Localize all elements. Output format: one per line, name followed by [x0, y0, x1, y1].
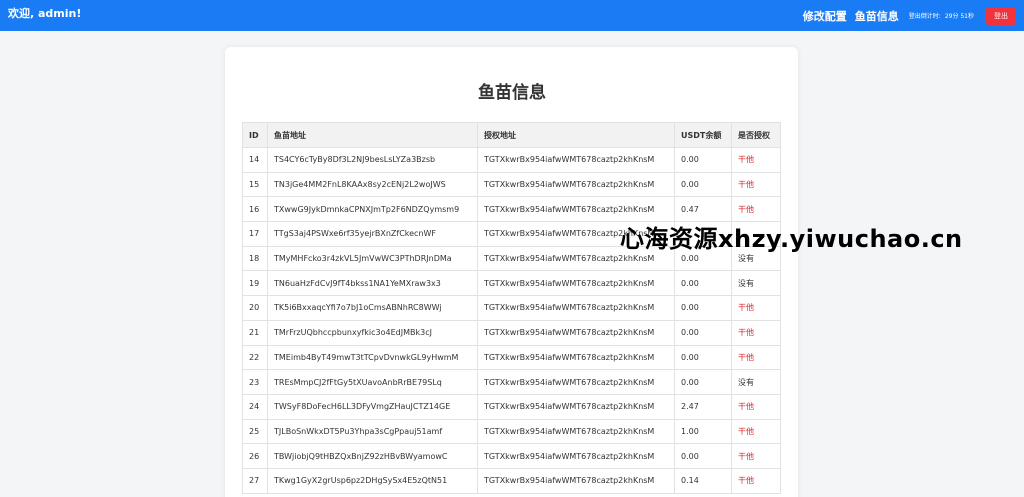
cell-auth-address: TGTXkwrBx954iafwWMT678caztp2khKnsM — [477, 147, 675, 173]
cell-auth-address: TGTXkwrBx954iafwWMT678caztp2khKnsM — [477, 270, 675, 297]
cell-auth-address: TGTXkwrBx954iafwWMT678caztp2khKnsM — [477, 319, 675, 346]
cell-id: 24 — [242, 393, 268, 420]
cell-fish-address: TMyMHFcko3r4zkVL5JmVwWC3PThDRJnDMa — [267, 245, 478, 272]
cell-authorized: 干他 — [731, 295, 781, 321]
cell-usdt-balance: 0.14 — [674, 467, 732, 494]
table-row: 23 TREsMmpCJ2fFtGy5tXUavoAnbRrBE79SLq TGTX… — [242, 369, 781, 395]
cell-authorized: 干他 — [731, 319, 781, 346]
cell-usdt-balance: 0.47 — [674, 196, 732, 223]
logout-button[interactable]: 登出 — [986, 6, 1016, 25]
cell-usdt-balance: 0.00 — [674, 344, 732, 371]
cell-auth-address: TGTXkwrBx954iafwWMT678caztp2khKnsM — [477, 418, 675, 445]
cell-usdt-balance: 0.00 — [674, 295, 732, 321]
cell-fish-address: TREsMmpCJ2fFtGy5tXUavoAnbRrBE79SLq — [267, 369, 478, 395]
cell-authorized: 干他 — [731, 344, 781, 371]
fish-info-link[interactable]: 鱼苗信息 — [855, 8, 899, 24]
welcome-text: 欢迎, admin! — [8, 7, 82, 20]
cell-fish-address: TK5i6BxxaqcYfi7o7bJ1oCmsABNhRC8WWj — [267, 295, 478, 321]
cell-authorized: 干他 — [731, 418, 781, 445]
cell-id: 15 — [242, 171, 268, 198]
cell-fish-address: TS4CY6cTyBy8Df3L2NJ9besLsLYZa3Bzsb — [267, 147, 478, 173]
cell-usdt-balance: 0.00 — [674, 443, 732, 469]
table-row: 27 TKwg1GyX2grUsp6pz2DHgSySx4E5zQtN51 TGTX… — [242, 467, 781, 494]
table-row: 15 TN3jGe4MM2FnL8KAAx8sy2cENj2L2woJWS TGTX… — [242, 171, 781, 198]
logout-countdown-value: 29分 51秒 — [944, 13, 974, 20]
table-row: 19 TN6uaHzFdCvJ9fT4bkss1NA1YeMXraw3x3 TGTX… — [242, 270, 781, 297]
cell-id: 22 — [242, 344, 268, 371]
cell-id: 25 — [242, 418, 268, 445]
cell-auth-address: TGTXkwrBx954iafwWMT678caztp2khKnsM — [477, 344, 675, 371]
column-header-id: ID — [242, 122, 268, 148]
cell-id: 16 — [242, 196, 268, 223]
cell-authorized: 干他 — [731, 393, 781, 420]
cell-auth-address: TGTXkwrBx954iafwWMT678caztp2khKnsM — [477, 393, 675, 420]
cell-auth-address: TGTXkwrBx954iafwWMT678caztp2khKnsM — [477, 369, 675, 395]
cell-fish-address: TN3jGe4MM2FnL8KAAx8sy2cENj2L2woJWS — [267, 171, 478, 198]
cell-authorized: 没有 — [731, 270, 781, 297]
fish-table: ID 鱼苗地址 授权地址 USDT余额 是否授权 14 TS4CY6cTyBy8D… — [242, 122, 781, 494]
cell-authorized: 干他 — [731, 443, 781, 469]
cell-id: 27 — [242, 467, 268, 494]
cell-authorized: 干他 — [731, 171, 781, 198]
column-header-authorized: 是否授权 — [731, 122, 781, 148]
table-row: 24 TWSyF8DoFecH6LL3DFyVmgZHauJCTZ14GE TGTX… — [242, 393, 781, 420]
cell-auth-address: TGTXkwrBx954iafwWMT678caztp2khKnsM — [477, 295, 675, 321]
top-navbar: 欢迎, admin! 修改配置 鱼苗信息 登出倒计时: 29分 51秒 登出 — [0, 0, 1024, 31]
nav-right: 修改配置 鱼苗信息 登出倒计时: 29分 51秒 登出 — [795, 0, 1016, 31]
cell-fish-address: TBWjiobjQ9tHBZQxBnjZ92zHBvBWyamowC — [267, 443, 478, 469]
cell-usdt-balance: 0.00 — [674, 147, 732, 173]
cell-usdt-balance: 2.47 — [674, 393, 732, 420]
cell-authorized: 干他 — [731, 147, 781, 173]
cell-fish-address: TN6uaHzFdCvJ9fT4bkss1NA1YeMXraw3x3 — [267, 270, 478, 297]
cell-fish-address: TMrFrzUQbhccpbunxyfkic3o4EdJMBk3cJ — [267, 319, 478, 346]
cell-id: 23 — [242, 369, 268, 395]
cell-auth-address: TGTXkwrBx954iafwWMT678caztp2khKnsM — [477, 467, 675, 494]
table-row: 21 TMrFrzUQbhccpbunxyfkic3o4EdJMBk3cJ TGTX… — [242, 319, 781, 346]
cell-id: 17 — [242, 221, 268, 247]
cell-authorized: 干他 — [731, 467, 781, 494]
table-row: 26 TBWjiobjQ9tHBZQxBnjZ92zHBvBWyamowC TGTX… — [242, 443, 781, 469]
cell-fish-address: TJLBoSnWkxDT5Pu3Yhpa3sCgPpauj51amf — [267, 418, 478, 445]
cell-fish-address: TMEimb4ByT49mwT3tTCpvDvnwkGL9yHwmM — [267, 344, 478, 371]
cell-id: 19 — [242, 270, 268, 297]
cell-auth-address: TGTXkwrBx954iafwWMT678caztp2khKnsM — [477, 196, 675, 223]
table-row: 14 TS4CY6cTyBy8Df3L2NJ9besLsLYZa3Bzsb TGTX… — [242, 147, 781, 173]
cell-usdt-balance: 0.00 — [674, 171, 732, 198]
cell-usdt-balance: 0.00 — [674, 270, 732, 297]
watermark-text: 心海资源xhzy.yiwuchao.cn — [620, 225, 963, 253]
table-row: 20 TK5i6BxxaqcYfi7o7bJ1oCmsABNhRC8WWj TGTX… — [242, 295, 781, 321]
cell-usdt-balance: 0.00 — [674, 319, 732, 346]
cell-auth-address: TGTXkwrBx954iafwWMT678caztp2khKnsM — [477, 443, 675, 469]
cell-id: 14 — [242, 147, 268, 173]
table-row: 16 TXwwG9JykDmnkaCPNXJmTp2F6NDZQymsm9 TGTX… — [242, 196, 781, 223]
cell-authorized: 没有 — [731, 369, 781, 395]
cell-fish-address: TXwwG9JykDmnkaCPNXJmTp2F6NDZQymsm9 — [267, 196, 478, 223]
column-header-auth-address: 授权地址 — [477, 122, 675, 148]
table-body: 14 TS4CY6cTyBy8Df3L2NJ9besLsLYZa3Bzsb TGTX… — [242, 147, 781, 494]
cell-usdt-balance: 0.00 — [674, 369, 732, 395]
cell-id: 18 — [242, 245, 268, 272]
cell-usdt-balance: 1.00 — [674, 418, 732, 445]
table-header-row: ID 鱼苗地址 授权地址 USDT余额 是否授权 — [242, 122, 781, 148]
cell-fish-address: TKwg1GyX2grUsp6pz2DHgSySx4E5zQtN51 — [267, 467, 478, 494]
table-row: 25 TJLBoSnWkxDT5Pu3Yhpa3sCgPpauj51amf TGTX… — [242, 418, 781, 445]
cell-authorized: 干他 — [731, 196, 781, 223]
cell-fish-address: TTgS3aj4PSWxe6rf35yejrBXnZfCkecnWF — [267, 221, 478, 247]
logout-countdown-label: 登出倒计时: — [908, 13, 941, 20]
edit-config-link[interactable]: 修改配置 — [803, 8, 847, 24]
cell-fish-address: TWSyF8DoFecH6LL3DFyVmgZHauJCTZ14GE — [267, 393, 478, 420]
column-header-fish-address: 鱼苗地址 — [267, 122, 478, 148]
page-title: 鱼苗信息 — [478, 83, 546, 103]
column-header-usdt-balance: USDT余额 — [674, 122, 732, 148]
cell-id: 20 — [242, 295, 268, 321]
cell-id: 26 — [242, 443, 268, 469]
table-row: 22 TMEimb4ByT49mwT3tTCpvDvnwkGL9yHwmM TGTX… — [242, 344, 781, 371]
cell-auth-address: TGTXkwrBx954iafwWMT678caztp2khKnsM — [477, 171, 675, 198]
cell-id: 21 — [242, 319, 268, 346]
